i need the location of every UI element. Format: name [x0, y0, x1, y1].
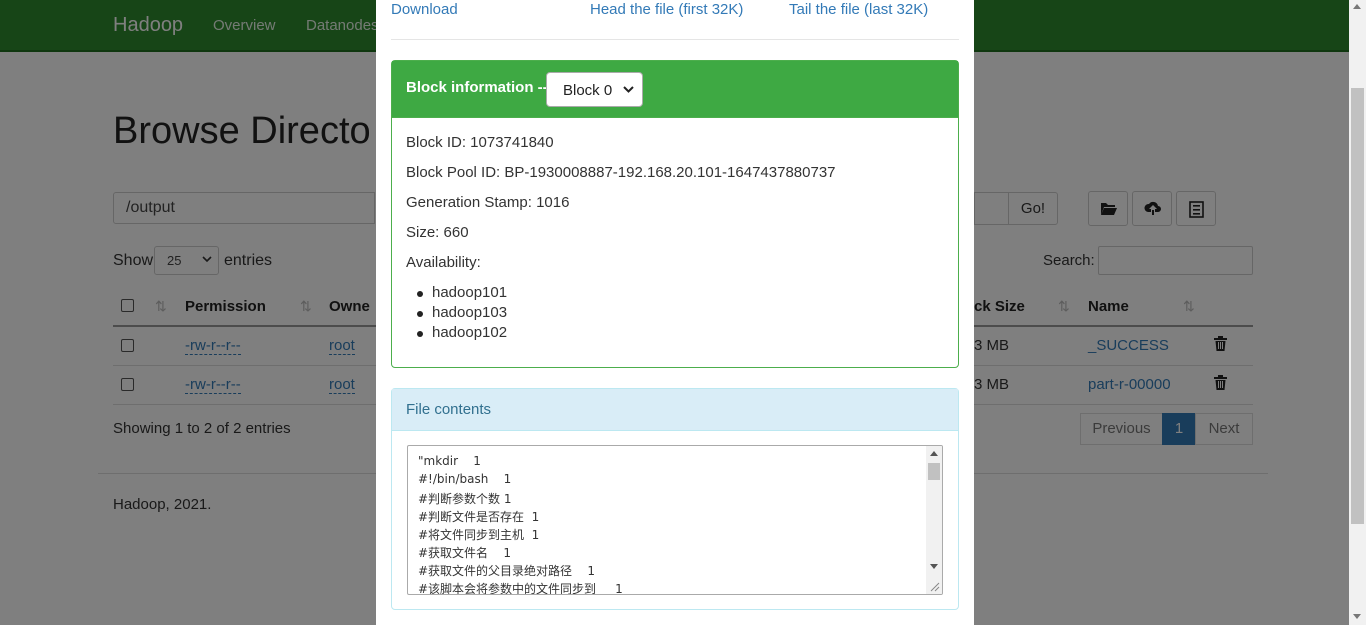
availability-label: Availability: — [406, 254, 481, 271]
block-pool-id: Block Pool ID: BP-1930008887-192.168.20.… — [406, 164, 836, 181]
block-id: Block ID: 1073741840 — [406, 134, 554, 151]
file-line: #!/bin/bash 1 — [418, 472, 512, 486]
file-line: #判断文件是否存在 1 — [418, 510, 540, 524]
file-contents-panel: File contents "mkdir 1 #!/bin/bash 1 #判断… — [391, 388, 959, 610]
head-file-link[interactable]: Head the file (first 32K) — [590, 1, 743, 18]
block-panel-title: Block information -- — [406, 79, 548, 96]
file-line: #判断参数个数 1 — [418, 492, 512, 506]
file-line: #获取文件名 1 — [418, 546, 511, 560]
file-line: #该脚本会将参数中的文件同步到 1 — [418, 582, 623, 595]
scroll-thumb[interactable] — [1351, 88, 1364, 524]
file-line: #获取文件的父目录绝对路径 1 — [418, 564, 595, 578]
availability-host: hadoop103 — [416, 304, 508, 321]
block-size: Size: 660 — [406, 224, 469, 241]
tail-file-link[interactable]: Tail the file (last 32K) — [789, 1, 928, 18]
modal-divider — [391, 39, 959, 40]
scroll-up-arrow[interactable] — [1353, 4, 1361, 9]
resize-grip-icon[interactable] — [929, 581, 940, 592]
textarea-scroll-down[interactable] — [930, 564, 938, 569]
textarea-scrollbar[interactable] — [926, 446, 942, 594]
chevron-down-icon — [623, 86, 634, 93]
block-information-panel: Block information -- Block 0 Block ID: 1… — [391, 60, 959, 368]
availability-host: hadoop102 — [416, 324, 508, 341]
download-link[interactable]: Download — [391, 1, 458, 18]
block-select[interactable]: Block 0 — [546, 72, 643, 107]
file-panel-header: File contents — [392, 389, 958, 431]
page-scrollbar[interactable] — [1349, 0, 1366, 625]
textarea-scroll-up[interactable] — [930, 451, 938, 456]
block-panel-header: Block information -- Block 0 — [392, 61, 958, 118]
availability-host: hadoop101 — [416, 284, 508, 301]
file-panel-title: File contents — [406, 401, 492, 418]
block-select-value: Block 0 — [563, 82, 613, 99]
file-line: "mkdir 1 — [418, 454, 481, 468]
file-contents-textarea[interactable]: "mkdir 1 #!/bin/bash 1 #判断参数个数 1 #判断文件是否… — [407, 445, 943, 595]
textarea-scroll-thumb[interactable] — [928, 463, 940, 480]
scroll-down-arrow[interactable] — [1353, 614, 1361, 619]
file-line: #将文件同步到主机 1 — [418, 528, 540, 542]
generation-stamp: Generation Stamp: 1016 — [406, 194, 570, 211]
